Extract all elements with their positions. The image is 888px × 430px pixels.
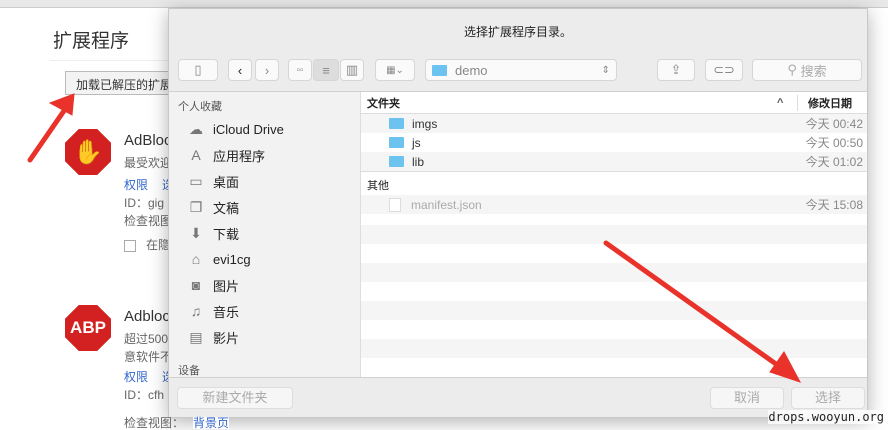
icon-view-icon[interactable]: ▫▫ — [288, 59, 312, 81]
search-placeholder: 搜索 — [800, 63, 827, 79]
sidebar-item-label: 桌面 — [213, 174, 240, 190]
share-icon[interactable]: ⇪ — [657, 59, 695, 81]
sidebar-item-movies[interactable]: ▤ 影片 — [169, 324, 360, 350]
folder-icon — [389, 118, 404, 129]
music-icon: ♫ — [190, 303, 202, 319]
file-list: 文件夹 ^ 修改日期 imgs 今天 00:42 js 今天 00:50 lib 今天… — [361, 92, 867, 379]
back-icon[interactable]: ‹ — [228, 59, 252, 81]
tag-icon[interactable]: ⊂⊃ — [705, 59, 743, 81]
sidebar-item-label: 文稿 — [213, 200, 240, 216]
sidebar-item-desktop[interactable]: ▭ 桌面 — [169, 168, 360, 194]
abp-icon: ABP — [65, 305, 111, 351]
folder-row[interactable]: lib 今天 01:02 — [361, 152, 867, 171]
home-icon: ⌂ — [191, 251, 201, 267]
incognito-checkbox[interactable] — [124, 239, 136, 252]
file-name: js — [412, 135, 421, 150]
sidebar-toggle-icon[interactable]: ▯ — [178, 59, 218, 81]
sidebar-item-music[interactable]: ♫ 音乐 — [169, 298, 360, 324]
sidebar-item-documents[interactable]: ❐ 文稿 — [169, 194, 360, 220]
file-chooser-dialog: 选择扩展程序目录。 ▯ ‹ › ▫▫ ≡ ▥ ▦⌄ demo ⇕ ⇪ ⊂⊃ ⚲ 搜… — [168, 8, 868, 418]
sidebar-item-pictures[interactable]: ◙ 图片 — [169, 272, 360, 298]
sidebar-item-downloads[interactable]: ⬇ 下载 — [169, 220, 360, 246]
folder-icon — [389, 137, 404, 148]
location-select[interactable]: demo ⇕ — [425, 59, 617, 81]
file-name: lib — [412, 154, 425, 169]
new-folder-button[interactable]: 新建文件夹 — [177, 387, 293, 409]
updown-chevron-icon: ⇕ — [601, 64, 610, 76]
file-icon — [389, 197, 401, 212]
choose-button[interactable]: 选择 — [791, 387, 865, 409]
file-date: 今天 00:50 — [805, 136, 863, 150]
permissions-link[interactable]: 权限 — [124, 370, 148, 384]
sidebar-item-icloud[interactable]: ☁ iCloud Drive — [169, 116, 360, 142]
desktop-icon: ▭ — [189, 172, 203, 189]
list-view-icon[interactable]: ≡ — [313, 59, 339, 81]
inspect-views: 检查视图： — [124, 416, 185, 430]
sidebar-item-label: iCloud Drive — [213, 121, 284, 137]
sidebar-item-label: 图片 — [213, 278, 240, 294]
dialog-title: 选择扩展程序目录。 — [169, 9, 867, 53]
column-view-icon[interactable]: ▥ — [340, 59, 364, 81]
sidebar-item-label: evi1cg — [213, 251, 251, 267]
file-date: 今天 00:42 — [805, 117, 863, 131]
favorites-label: 个人收藏 — [178, 101, 222, 113]
file-date: 今天 01:02 — [805, 155, 863, 169]
browser-top-bar — [0, 0, 888, 8]
folder-row[interactable]: js 今天 00:50 — [361, 133, 867, 152]
sidebar-item-label: 影片 — [213, 330, 240, 346]
file-name: manifest.json — [411, 197, 482, 212]
folder-icon — [389, 156, 404, 167]
sidebar-item-applications[interactable]: A 应用程序 — [169, 142, 360, 168]
film-icon: ▤ — [189, 328, 203, 345]
sort-up-icon[interactable]: ^ — [777, 97, 797, 109]
search-input[interactable]: ⚲ 搜索 — [752, 59, 862, 81]
documents-icon: ❐ — [189, 198, 203, 215]
column-header: 文件夹 ^ 修改日期 — [361, 92, 867, 114]
sidebar-item-label: 音乐 — [213, 304, 240, 320]
permissions-link[interactable]: 权限 — [124, 178, 148, 192]
cloud-icon: ☁ — [189, 120, 203, 137]
sidebar-item-label: 下载 — [213, 226, 240, 242]
devices-label: 设备 — [178, 365, 200, 377]
watermark: drops.wooyun.org — [768, 410, 884, 424]
dialog-footer: 新建文件夹 取消 选择 — [169, 377, 867, 417]
search-icon: ⚲ — [787, 62, 801, 77]
applications-icon: A — [191, 147, 201, 163]
file-date: 今天 15:08 — [805, 198, 863, 212]
cancel-button[interactable]: 取消 — [710, 387, 784, 409]
file-row: manifest.json 今天 15:08 — [361, 195, 867, 214]
download-icon: ⬇ — [190, 224, 202, 241]
forward-icon[interactable]: › — [255, 59, 279, 81]
divider — [50, 60, 170, 61]
page-title: 扩展程序 — [53, 31, 130, 52]
camera-icon: ◙ — [191, 277, 201, 293]
folder-row[interactable]: imgs 今天 00:42 — [361, 114, 867, 133]
arrange-icon[interactable]: ▦⌄ — [375, 59, 415, 81]
location-value: demo — [455, 62, 488, 78]
dialog-sidebar: 个人收藏 ☁ iCloud Drive A 应用程序 ▭ 桌面 ❐ 文稿 ⬇ 下载 ⌂ ev… — [169, 92, 361, 379]
name-column-header[interactable]: 文件夹 — [361, 95, 777, 111]
sidebar-item-home[interactable]: ⌂ evi1cg — [169, 246, 360, 272]
folder-icon — [432, 64, 447, 76]
sidebar-item-label: 应用程序 — [213, 148, 266, 164]
other-group-label: 其他 — [361, 171, 867, 195]
background-page-link[interactable]: 背景页 — [193, 417, 230, 429]
adblock-icon: ✋ — [65, 129, 111, 175]
dialog-toolbar: ▯ ‹ › ▫▫ ≡ ▥ ▦⌄ demo ⇕ ⇪ ⊂⊃ ⚲ 搜索 — [169, 53, 867, 92]
incognito-label: 在隐 — [146, 238, 171, 252]
date-column-header[interactable]: 修改日期 — [797, 94, 867, 111]
load-unpacked-button[interactable]: 加载已解压的扩展程序... — [65, 71, 175, 95]
file-name: imgs — [412, 116, 438, 131]
